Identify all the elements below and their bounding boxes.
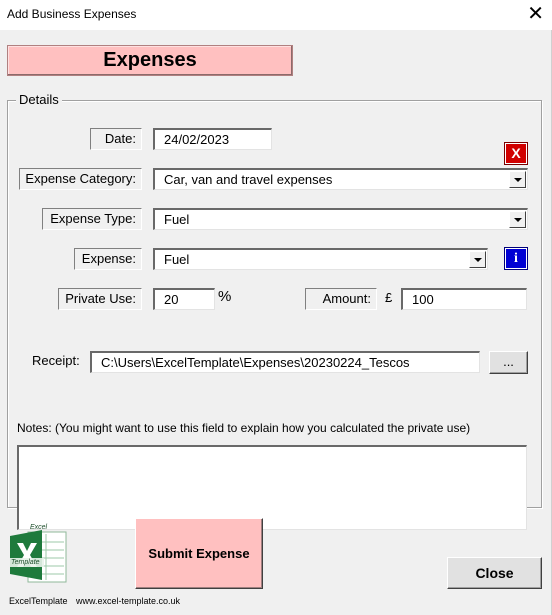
browse-button[interactable]: ... [489,351,528,374]
amount-label: Amount: [305,288,377,310]
details-legend: Details [16,92,62,107]
clear-button[interactable]: X [504,142,528,165]
expense-select[interactable]: Fuel [153,248,488,270]
receipt-path-field[interactable]: C:\Users\ExcelTemplate\Expenses\20230224… [90,351,480,373]
currency-symbol: £ [385,290,393,305]
private-use-label: Private Use: [58,288,142,310]
chevron-down-icon[interactable] [509,211,526,228]
date-label: Date: [90,128,142,150]
notes-textarea[interactable] [17,445,527,530]
title-bar: Add Business Expenses ✕ [0,0,552,30]
page-title: Expenses [7,45,293,76]
close-icon[interactable]: ✕ [527,3,544,25]
date-field[interactable]: 24/02/2023 [153,128,272,150]
expense-category-select[interactable]: Car, van and travel expenses [153,168,528,190]
expense-category-value: Car, van and travel expenses [164,172,333,187]
expense-type-label: Expense Type: [42,208,142,230]
logo-top-text: Excel [30,524,48,531]
close-button[interactable]: Close [447,557,542,589]
chevron-down-icon[interactable] [509,171,526,188]
chevron-down-icon[interactable] [469,251,486,268]
expense-type-select[interactable]: Fuel [153,208,528,230]
details-frame: Details X Date: 24/02/2023 Expense Categ… [7,92,542,530]
expense-category-label: Expense Category: [19,168,142,190]
dialog-body: Expenses Details X Date: 24/02/2023 Expe… [0,30,552,615]
website-link[interactable]: www.excel-template.co.uk [76,596,180,606]
brand-name: ExcelTemplate [9,596,68,606]
receipt-label: Receipt: [32,353,80,368]
percent-unit: % [218,288,232,305]
expense-type-value: Fuel [164,212,190,227]
amount-field[interactable]: 100 [401,288,527,310]
expense-value: Fuel [164,252,190,267]
window-title: Add Business Expenses [7,7,137,21]
expense-label: Expense: [74,248,142,270]
logo-bottom-text: Template [11,559,40,566]
private-use-field[interactable]: 20 [153,288,215,310]
submit-expense-button[interactable]: Submit Expense [135,518,263,589]
info-button[interactable]: i [504,247,528,270]
notes-label: Notes: (You might want to use this field… [17,421,471,435]
excel-logo-icon: Excel Template [8,524,68,586]
